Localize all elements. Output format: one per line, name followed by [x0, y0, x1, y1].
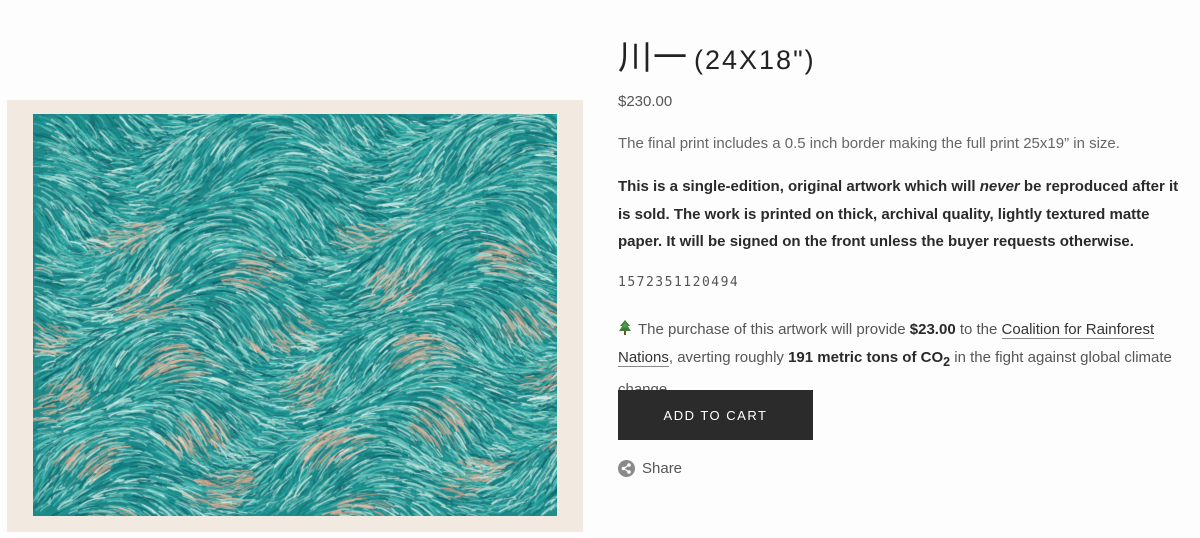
share-label: Share [642, 460, 683, 477]
co2-tons-text: 191 metric tons of CO [788, 349, 944, 366]
product-description: The final print includes a 0.5 inch bord… [618, 135, 1120, 152]
share-icon [618, 460, 635, 477]
co2-tons: 191 metric tons of CO2 [788, 349, 950, 369]
impact-text-1: The purchase of this artwork will provid… [638, 321, 910, 338]
impact-text-3: , averting roughly [668, 349, 789, 366]
product-code: 1572351120494 [618, 275, 740, 290]
edition-text-1: This is a single-edition, original artwo… [618, 178, 980, 195]
product-price: $230.00 [618, 93, 673, 110]
share-button[interactable]: Share [618, 460, 682, 477]
product-title: 川一 (24X18") [618, 30, 816, 79]
edition-emphasis: never [979, 178, 1020, 195]
add-to-cart-button[interactable]: ADD TO CART [618, 390, 813, 440]
evergreen-tree-icon [619, 320, 631, 335]
product-title-size: (24X18") [694, 45, 816, 75]
artwork-frame[interactable] [7, 100, 583, 532]
impact-text-2: to the [955, 321, 1002, 338]
product-title-main: 川一 [618, 39, 688, 77]
artwork-image[interactable] [33, 114, 557, 516]
donation-amount: $23.00 [909, 321, 956, 338]
edition-statement: This is a single-edition, original artwo… [618, 173, 1193, 256]
